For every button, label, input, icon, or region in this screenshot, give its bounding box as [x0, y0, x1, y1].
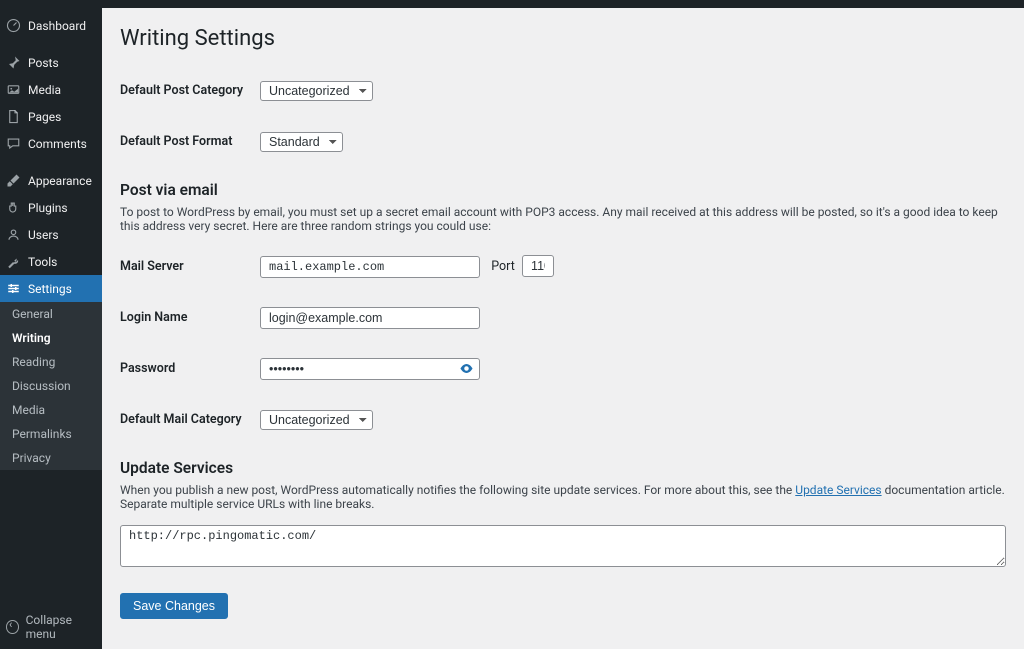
pin-icon [6, 55, 21, 70]
sidebar-item-comments[interactable]: Comments [0, 130, 102, 157]
page-icon [6, 109, 21, 124]
menu-label: Comments [28, 137, 87, 151]
submenu-item-reading[interactable]: Reading [0, 350, 102, 374]
post-via-email-description: To post to WordPress by email, you must … [120, 205, 1006, 233]
menu-label: Dashboard [28, 19, 86, 33]
mail-server-input[interactable] [260, 256, 480, 278]
menu-label: Tools [28, 255, 57, 269]
sidebar-item-plugins[interactable]: Plugins [0, 194, 102, 221]
login-name-input[interactable] [260, 307, 480, 329]
default-mail-category-label: Default Mail Category [120, 394, 260, 445]
mail-server-label: Mail Server [120, 241, 260, 292]
update-services-description: When you publish a new post, WordPress a… [120, 483, 1006, 511]
menu-label: Users [28, 228, 59, 242]
dashboard-icon [6, 18, 21, 33]
login-name-label: Login Name [120, 292, 260, 343]
eye-icon[interactable] [459, 361, 474, 380]
sidebar-item-users[interactable]: Users [0, 221, 102, 248]
default-post-format-label: Default Post Format [120, 116, 260, 167]
post-via-email-heading: Post via email [120, 181, 1006, 199]
password-label: Password [120, 343, 260, 394]
submenu-item-discussion[interactable]: Discussion [0, 374, 102, 398]
update-services-heading: Update Services [120, 459, 1006, 477]
comment-icon [6, 136, 21, 151]
submenu-item-privacy[interactable]: Privacy [0, 446, 102, 470]
settings-icon [6, 281, 21, 296]
default-post-format-select[interactable]: Standard [260, 132, 343, 152]
submenu-item-writing[interactable]: Writing [0, 326, 102, 350]
default-post-category-label: Default Post Category [120, 65, 260, 116]
user-icon [6, 227, 21, 242]
brush-icon [6, 173, 21, 188]
menu-label: Settings [28, 282, 72, 296]
sidebar-item-media[interactable]: Media [0, 76, 102, 103]
menu-label: Posts [28, 56, 59, 70]
save-changes-button[interactable]: Save Changes [120, 593, 228, 619]
update-services-link[interactable]: Update Services [795, 483, 881, 497]
media-icon [6, 82, 21, 97]
collapse-icon [6, 620, 19, 634]
menu-label: Media [28, 83, 61, 97]
menu-label: Appearance [28, 174, 92, 188]
ping-sites-textarea[interactable] [120, 525, 1006, 567]
default-post-category-select[interactable]: Uncategorized [260, 81, 373, 101]
sidebar-item-posts[interactable]: Posts [0, 49, 102, 76]
main-content: Writing Settings Default Post Category U… [102, 8, 1024, 649]
port-input[interactable] [522, 255, 554, 277]
default-mail-category-select[interactable]: Uncategorized [260, 410, 373, 430]
collapse-label: Collapse menu [26, 613, 96, 641]
port-label: Port [491, 259, 515, 274]
collapse-menu-button[interactable]: Collapse menu [0, 605, 102, 649]
sidebar-item-settings[interactable]: Settings [0, 275, 102, 302]
settings-submenu: General Writing Reading Discussion Media… [0, 302, 102, 470]
password-input[interactable] [260, 358, 480, 380]
sidebar-item-dashboard[interactable]: Dashboard [0, 12, 102, 39]
plug-icon [6, 200, 21, 215]
wrench-icon [6, 254, 21, 269]
submenu-item-general[interactable]: General [0, 302, 102, 326]
page-title: Writing Settings [120, 26, 1006, 51]
sidebar-item-tools[interactable]: Tools [0, 248, 102, 275]
submenu-item-permalinks[interactable]: Permalinks [0, 422, 102, 446]
admin-topbar [0, 0, 1024, 8]
sidebar-item-appearance[interactable]: Appearance [0, 167, 102, 194]
menu-label: Pages [28, 110, 61, 124]
submenu-item-media[interactable]: Media [0, 398, 102, 422]
menu-label: Plugins [28, 201, 68, 215]
sidebar-item-pages[interactable]: Pages [0, 103, 102, 130]
admin-sidebar: Dashboard Posts Media Pages Comments [0, 8, 102, 649]
